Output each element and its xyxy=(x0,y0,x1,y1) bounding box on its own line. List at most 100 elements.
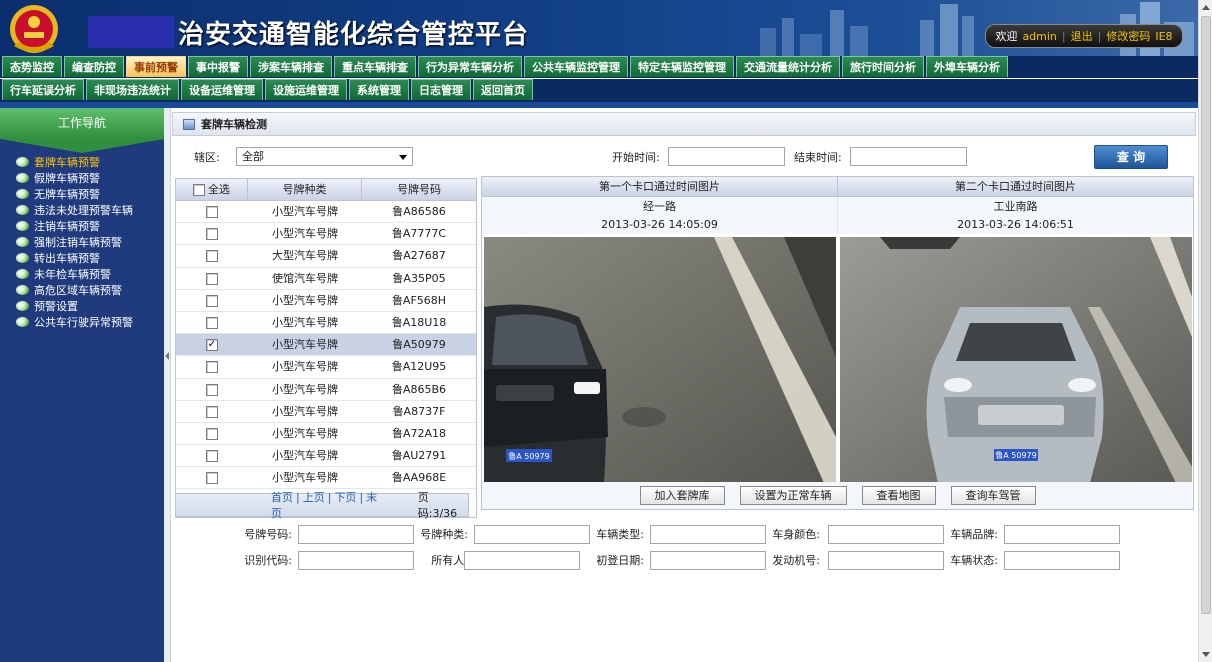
body-color-field[interactable] xyxy=(828,525,944,544)
sidebar-item-no-inspection[interactable]: 未年检车辆预警 xyxy=(4,266,164,282)
table-row[interactable]: 小型汽车号牌 鲁AA968E xyxy=(176,467,476,490)
main-nav-row-2: 行车延误分析 非现场违法统计 设备运维管理 设施运维管理 系统管理 日志管理 返… xyxy=(0,79,1198,102)
nav-tab-device-maintenance[interactable]: 设备运维管理 xyxy=(181,79,263,100)
set-normal-vehicle-button[interactable]: 设置为正常车辆 xyxy=(739,486,847,505)
first-registration-field[interactable] xyxy=(650,551,766,570)
sidebar-item-forced-deregistered[interactable]: 强制注销车辆预警 xyxy=(4,234,164,250)
nav-tab-key-vehicle-check[interactable]: 重点车辆排查 xyxy=(334,56,416,77)
nav-tab-log-management[interactable]: 日志管理 xyxy=(411,79,471,100)
nav-tab-offsite-violation[interactable]: 非现场违法统计 xyxy=(86,79,179,100)
select-all-checkbox[interactable] xyxy=(193,184,205,196)
row-checkbox[interactable] xyxy=(206,206,218,218)
sidebar-item-cloned-plate[interactable]: 套牌车辆预警 xyxy=(4,154,164,170)
vehicle-type-field[interactable] xyxy=(650,525,766,544)
table-row[interactable]: 小型汽车号牌 鲁A12U95 xyxy=(176,356,476,379)
row-checkbox[interactable] xyxy=(206,272,218,285)
add-to-clone-library-button[interactable]: 加入套牌库 xyxy=(639,486,725,505)
table-row[interactable]: 小型汽车号牌 鲁AF568H xyxy=(176,290,476,312)
table-row[interactable]: 小型汽车号牌 鲁A865B6 xyxy=(176,379,476,401)
nav-tab-home[interactable]: 返回首页 xyxy=(473,79,533,100)
row-checkbox[interactable] xyxy=(206,228,218,241)
owner-field[interactable] xyxy=(464,551,580,570)
sidebar-item-transferred-out[interactable]: 转出车辆预警 xyxy=(4,250,164,266)
logout-link[interactable]: 退出 xyxy=(1071,28,1093,44)
sidebar-item-deregistered[interactable]: 注销车辆预警 xyxy=(4,218,164,234)
row-checkbox[interactable] xyxy=(206,361,218,374)
prev-page-link[interactable]: 上页 xyxy=(303,491,325,504)
nav-tab-delay-analysis[interactable]: 行车延误分析 xyxy=(2,79,84,100)
engine-number-field[interactable] xyxy=(828,551,944,570)
detail-label: 号牌号码: xyxy=(244,528,292,541)
plate-number-cell: 鲁A8737F xyxy=(392,404,446,418)
nav-tab-facility-maintenance[interactable]: 设施运维管理 xyxy=(265,79,347,100)
chevron-down-icon xyxy=(399,155,407,160)
nav-tab-situation-monitor[interactable]: 态势监控 xyxy=(2,56,62,77)
scroll-up-icon[interactable] xyxy=(1202,5,1210,10)
username: admin xyxy=(1022,29,1057,43)
first-photo-time: 2013-03-26 14:05:09 xyxy=(482,216,838,234)
row-checkbox[interactable] xyxy=(206,383,218,396)
row-checkbox[interactable] xyxy=(206,427,218,440)
next-page-link[interactable]: 下页 xyxy=(334,491,356,504)
table-row[interactable]: 小型汽车号牌 鲁AU2791 xyxy=(176,445,476,468)
table-row[interactable]: ✓ 小型汽车号牌 鲁A50979 xyxy=(176,334,476,357)
row-checkbox[interactable] xyxy=(206,405,218,418)
sidebar-item-no-plate[interactable]: 无牌车辆预警 xyxy=(4,186,164,202)
table-row[interactable]: 小型汽车号牌 鲁A86586 xyxy=(176,201,476,224)
vehicle-status-field[interactable] xyxy=(1004,551,1120,570)
first-checkpoint-photo[interactable]: 鲁A 50979 xyxy=(484,237,836,483)
nav-tab-in-event-alarm[interactable]: 事中报警 xyxy=(188,56,248,77)
table-row[interactable]: 小型汽车号牌 鲁A18U18 xyxy=(176,312,476,335)
start-time-input[interactable] xyxy=(668,147,785,166)
table-row[interactable]: 大型汽车号牌 鲁A27687 xyxy=(176,245,476,268)
sidebar-collapse-handle[interactable] xyxy=(164,108,171,662)
row-checkbox[interactable]: ✓ xyxy=(206,339,218,352)
vehicle-brand-field[interactable] xyxy=(1004,525,1120,544)
table-row[interactable]: 小型汽车号牌 鲁A72A18 xyxy=(176,423,476,446)
sidebar-item-high-risk-area[interactable]: 高危区域车辆预警 xyxy=(4,282,164,298)
plate-type-cell: 小型汽车号牌 xyxy=(272,315,338,329)
sidebar-item-warning-settings[interactable]: 预警设置 xyxy=(4,298,164,314)
row-checkbox[interactable] xyxy=(206,450,218,463)
nav-tab-system-management[interactable]: 系统管理 xyxy=(349,79,409,100)
first-page-link[interactable]: 首页 xyxy=(271,491,293,504)
first-photo-location: 经一路 xyxy=(482,198,838,216)
query-vehicle-registry-button[interactable]: 查询车驾管 xyxy=(950,486,1036,505)
view-map-button[interactable]: 查看地图 xyxy=(861,486,936,505)
sidebar-item-public-vehicle-abnormal[interactable]: 公共车行驶异常预警 xyxy=(4,314,164,330)
plate-type-cell: 小型汽车号牌 xyxy=(272,227,338,241)
change-password-link[interactable]: 修改密码 xyxy=(1106,28,1150,44)
nav-tab-specific-vehicle[interactable]: 特定车辆监控管理 xyxy=(630,56,734,77)
scroll-down-icon[interactable] xyxy=(1202,652,1210,657)
area-label: 辖区: xyxy=(194,151,220,164)
row-checkbox[interactable] xyxy=(206,250,218,263)
app-title: 治安交通智能化综合管控平台 xyxy=(178,20,530,50)
nav-tab-traffic-flow[interactable]: 交通流量统计分析 xyxy=(736,56,840,77)
nav-tab-travel-time[interactable]: 旅行时间分析 xyxy=(842,56,924,77)
row-checkbox[interactable] xyxy=(206,316,218,329)
end-time-input[interactable] xyxy=(850,147,967,166)
table-row[interactable]: 小型汽车号牌 鲁A8737F xyxy=(176,401,476,423)
plate-number-field[interactable] xyxy=(298,525,414,544)
vin-field[interactable] xyxy=(298,551,414,570)
nav-tab-case-vehicle-check[interactable]: 涉案车辆排查 xyxy=(250,56,332,77)
plate-type-field[interactable] xyxy=(474,525,590,544)
second-photo-header: 第二个卡口通过时间图片 xyxy=(838,177,1193,197)
nav-tab-abnormal-behavior[interactable]: 行为异常车辆分析 xyxy=(418,56,522,77)
query-button[interactable]: 查 询 xyxy=(1094,145,1168,169)
nav-tab-external-vehicle[interactable]: 外埠车辆分析 xyxy=(926,56,1008,77)
second-checkpoint-photo[interactable]: 鲁A 50979 xyxy=(840,237,1192,483)
row-checkbox[interactable] xyxy=(206,472,218,485)
select-all-header[interactable]: 全选 xyxy=(176,179,248,200)
sidebar-item-unprocessed-violation[interactable]: 违法未处理预警车辆 xyxy=(4,202,164,218)
scroll-thumb[interactable] xyxy=(1201,16,1211,614)
area-select[interactable]: 全部 xyxy=(236,147,413,166)
nav-tab-public-vehicle[interactable]: 公共车辆监控管理 xyxy=(524,56,628,77)
table-row[interactable]: 使馆汽车号牌 鲁A35P05 xyxy=(176,268,476,290)
table-row[interactable]: 小型汽车号牌 鲁A7777C xyxy=(176,223,476,246)
row-checkbox[interactable] xyxy=(206,294,218,307)
sidebar-item-fake-plate[interactable]: 假牌车辆预警 xyxy=(4,170,164,186)
page-scrollbar[interactable] xyxy=(1198,0,1212,662)
nav-tab-patrol-control[interactable]: 编查防控 xyxy=(64,56,124,77)
nav-tab-pre-warning[interactable]: 事前预警 xyxy=(126,56,186,77)
